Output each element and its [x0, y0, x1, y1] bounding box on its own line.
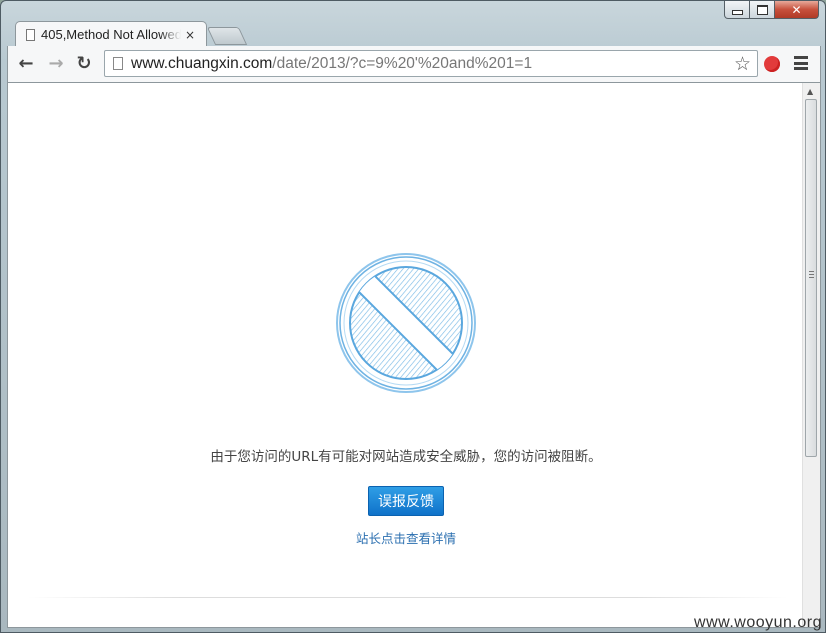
- block-message: 由于您访问的URL有可能对网站造成安全威胁，您的访问被阻断。: [210, 449, 602, 465]
- hamburger-icon: [794, 56, 808, 59]
- tab-strip: 405,Method Not Allowed ×: [1, 19, 825, 47]
- false-positive-feedback-button[interactable]: 误报反馈: [368, 486, 444, 516]
- minimize-icon: [731, 10, 743, 15]
- forward-button[interactable]: →: [44, 52, 68, 74]
- back-button[interactable]: ←: [14, 52, 38, 74]
- browser-window: ✕ 405,Method Not Allowed × ← → ↻ www.chu…: [0, 0, 826, 633]
- bookmark-star-icon[interactable]: ☆: [734, 53, 751, 75]
- close-icon: ✕: [791, 2, 802, 17]
- divider: [28, 597, 788, 598]
- reload-icon: ↻: [76, 52, 92, 74]
- url-host: www.chuangxin.com: [131, 54, 273, 72]
- vertical-scrollbar[interactable]: ▲: [802, 83, 820, 627]
- page-viewport: 由于您访问的URL有可能对网站造成安全威胁，您的访问被阻断。 误报反馈 站长点击…: [7, 82, 821, 628]
- browser-toolbar: ← → ↻ www.chuangxin.com/date/2013/?c=9%2…: [7, 46, 821, 82]
- address-bar[interactable]: www.chuangxin.com/date/2013/?c=9%20'%20a…: [104, 50, 758, 77]
- maximize-button[interactable]: [750, 1, 775, 19]
- back-arrow-icon: ←: [18, 52, 34, 74]
- scroll-thumb[interactable]: [805, 99, 817, 457]
- minimize-button[interactable]: [724, 1, 750, 19]
- scroll-grip-icon: [809, 271, 814, 279]
- webmaster-details-link[interactable]: 站长点击查看详情: [8, 528, 804, 547]
- extension-icon[interactable]: [764, 56, 780, 72]
- block-page: 由于您访问的URL有可能对网站造成安全威胁，您的访问被阻断。 误报反馈 站长点击…: [8, 83, 804, 627]
- window-controls: ✕: [724, 1, 819, 20]
- forward-arrow-icon: →: [48, 52, 64, 74]
- url-path: /date/2013/?c=9%20'%20and%201=1: [272, 54, 533, 72]
- page-icon: [113, 57, 123, 70]
- menu-button[interactable]: [794, 56, 808, 70]
- url-text[interactable]: www.chuangxin.com/date/2013/?c=9%20'%20a…: [131, 55, 532, 73]
- prohibited-icon: [336, 253, 476, 393]
- scroll-up-icon[interactable]: ▲: [807, 87, 813, 96]
- window-close-button[interactable]: ✕: [775, 1, 819, 19]
- maximize-icon: [756, 4, 768, 15]
- reload-button[interactable]: ↻: [72, 52, 96, 74]
- watermark: www.wooyun.org: [694, 614, 822, 631]
- page-icon: [26, 28, 35, 41]
- tab-close-icon[interactable]: ×: [185, 28, 195, 42]
- new-tab-button[interactable]: [206, 27, 248, 45]
- tab-active[interactable]: 405,Method Not Allowed ×: [15, 21, 207, 47]
- tab-title: 405,Method Not Allowed: [41, 27, 181, 42]
